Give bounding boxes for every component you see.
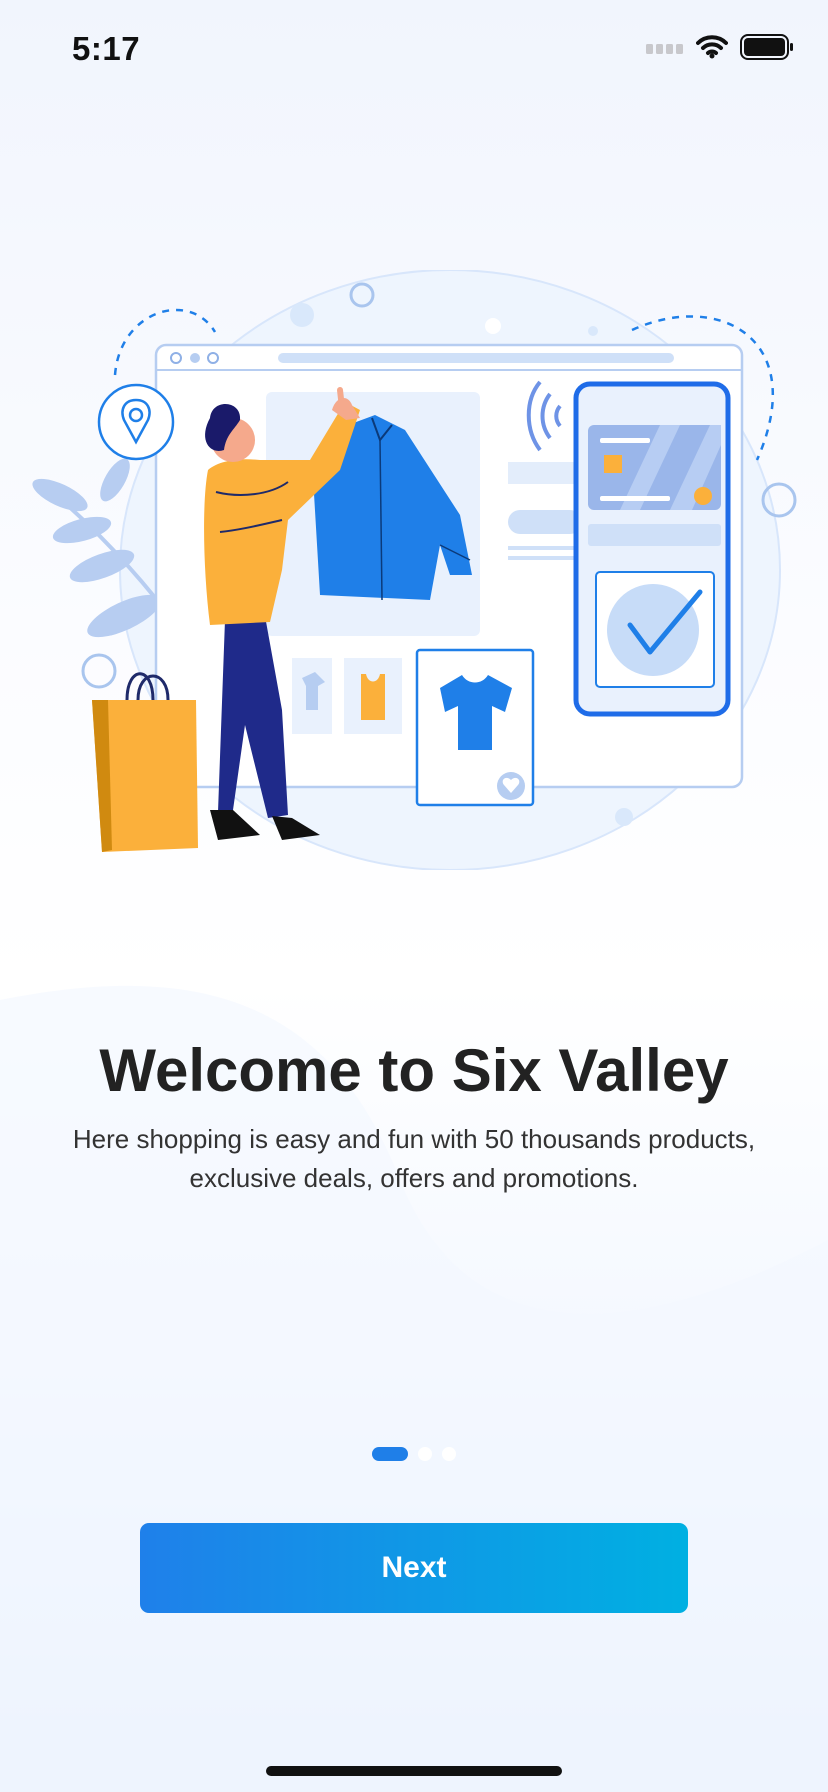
status-icons — [646, 34, 794, 60]
page-indicator-dot[interactable] — [418, 1447, 432, 1461]
onboarding-title: Welcome to Six Valley — [99, 1037, 729, 1104]
battery-icon — [740, 34, 793, 60]
status-time: 5:17 — [72, 30, 141, 67]
onboarding-description: Here shopping is easy and fun with 50 th… — [72, 1124, 756, 1193]
page-indicator-dot[interactable] — [442, 1447, 456, 1461]
wifi-icon — [696, 35, 728, 59]
cellular-signal-icon — [646, 44, 683, 54]
online-shopping-illustration — [32, 270, 797, 870]
page-indicator — [0, 1447, 828, 1461]
status-bar: 5:17 — [0, 0, 828, 100]
page-indicator-dot-active[interactable] — [372, 1447, 408, 1461]
next-button[interactable]: Next — [140, 1523, 688, 1613]
home-indicator[interactable] — [266, 1766, 562, 1776]
